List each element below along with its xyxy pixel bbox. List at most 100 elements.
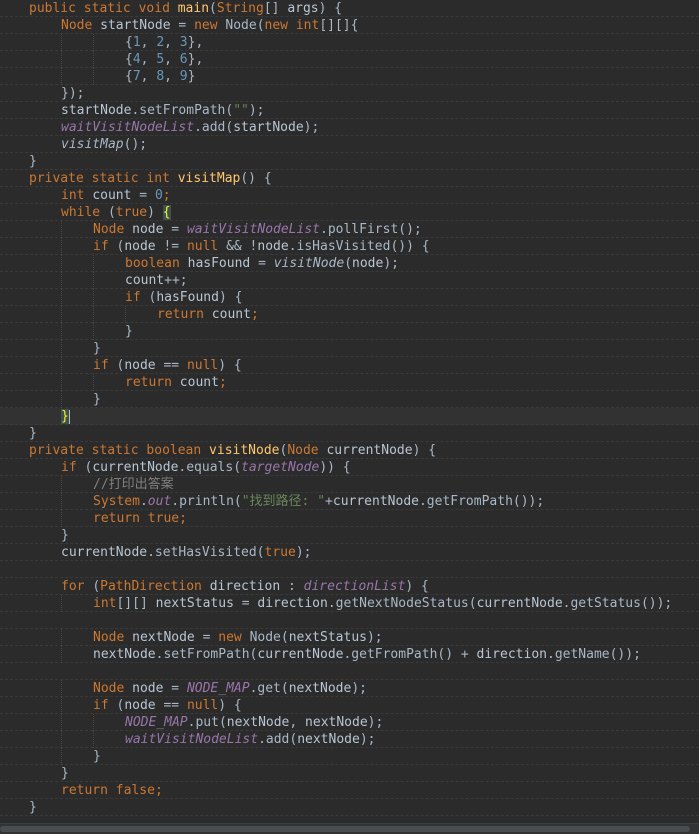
code-token: for	[61, 579, 93, 594]
code-token: (	[107, 205, 116, 220]
code-line[interactable]: waitVisitNodeList.add(startNode);	[0, 119, 699, 136]
code-token: direction	[476, 647, 547, 662]
code-line[interactable]: waitVisitNodeList.add(nextNode);	[0, 731, 699, 748]
code-token: 0	[154, 188, 163, 203]
code-line[interactable]: if (node == null) {	[0, 357, 699, 374]
code-line[interactable]: });	[0, 85, 699, 102]
code-token: void	[138, 1, 178, 16]
code-token: count	[179, 375, 219, 390]
code-line[interactable]	[0, 663, 699, 680]
code-line[interactable]: return true;	[0, 510, 699, 527]
code-line[interactable]: public static void main(String[] args) {	[0, 0, 699, 17]
code-line[interactable]: {7, 8, 9}	[0, 68, 699, 85]
code-token: 4	[132, 52, 141, 67]
code-token: NODE_MAP	[125, 715, 188, 730]
code-line[interactable]	[0, 612, 699, 629]
code-token: Node	[93, 222, 133, 237]
code-line[interactable]: if (currentNode.equals(targetNode)) {	[0, 459, 699, 476]
code-token: Node	[61, 18, 101, 33]
code-line[interactable]: private static int visitMap() {	[0, 170, 699, 187]
code-line[interactable]: if (node != null && !node.isHasVisited()…	[0, 238, 699, 255]
indent-guide	[93, 51, 125, 68]
code-token: nextStatus	[155, 596, 234, 611]
code-line[interactable]: return count;	[0, 306, 699, 323]
indent-guide	[61, 51, 93, 68]
code-line[interactable]: startNode.setFromPath("");	[0, 102, 699, 119]
code-token: Node	[225, 18, 257, 33]
code-line[interactable]: }	[0, 153, 699, 170]
indent-guide	[29, 697, 61, 714]
code-line[interactable]: {4, 5, 6},	[0, 51, 699, 68]
code-token: args	[287, 1, 319, 16]
code-line[interactable]: int count = 0;	[0, 187, 699, 204]
code-token: ());	[609, 647, 641, 662]
code-line[interactable]: }	[0, 408, 699, 425]
code-token: =	[233, 596, 258, 611]
code-line[interactable]: NODE_MAP.put(nextNode, nextNode);	[0, 714, 699, 731]
code-line[interactable]: int[][] nextStatus = direction.getNextNo…	[0, 595, 699, 612]
code-line[interactable]: Node node = NODE_MAP.get(nextNode);	[0, 680, 699, 697]
code-line[interactable]: nextNode.setFromPath(currentNode.getFrom…	[0, 646, 699, 663]
code-line[interactable]: visitMap();	[0, 136, 699, 153]
code-editor[interactable]: public static void main(String[] args) {…	[0, 0, 699, 834]
code-token: waitVisitNodeList	[125, 732, 259, 747]
code-token: [][]	[116, 596, 156, 611]
code-token: startNode	[100, 18, 171, 33]
code-line[interactable]: //打印出答案	[0, 476, 699, 493]
code-line[interactable]: }	[0, 765, 699, 782]
code-line[interactable]: if (node == null) {	[0, 697, 699, 714]
code-token: direction	[257, 596, 328, 611]
code-token: int	[93, 596, 117, 611]
matched-brace: }	[61, 409, 69, 424]
code-token: ==	[155, 698, 187, 713]
code-line[interactable]: return false;	[0, 782, 699, 799]
code-line[interactable]: }	[0, 425, 699, 442]
code-token: currentNode	[92, 460, 179, 475]
code-line[interactable]: System.out.println("找到路径: "+currentNode.…	[0, 493, 699, 510]
code-line[interactable]: Node startNode = new Node(new int[][]{	[0, 17, 699, 34]
code-line[interactable]: if (hasFound) {	[0, 289, 699, 306]
code-token: !=	[155, 239, 187, 254]
indent-guide	[29, 119, 61, 136]
indent-guide	[29, 238, 61, 255]
code-token: });	[61, 86, 85, 101]
code-area[interactable]: public static void main(String[] args) {…	[0, 0, 699, 816]
code-token: ;	[250, 307, 259, 322]
code-token: {	[125, 69, 133, 84]
indent-guide	[61, 221, 93, 238]
code-token: hasFound	[156, 290, 219, 305]
code-token: int	[295, 18, 320, 33]
indent-guide	[125, 306, 157, 323]
code-line[interactable]: Node nextNode = new Node(nextStatus);	[0, 629, 699, 646]
horizontal-scrollbar[interactable]	[0, 823, 699, 834]
code-token: "找到路径: "	[241, 494, 326, 509]
code-token: (	[233, 494, 242, 509]
code-line[interactable]: Node node = waitVisitNodeList.pollFirst(…	[0, 221, 699, 238]
code-line[interactable]: currentNode.setHasVisited(true);	[0, 544, 699, 561]
code-token: },	[187, 52, 204, 67]
code-line[interactable]: private static boolean visitNode(Node cu…	[0, 442, 699, 459]
code-token: }	[29, 800, 37, 815]
code-token: isHasVisited	[296, 239, 391, 254]
code-line[interactable]: }	[0, 799, 699, 816]
code-token: );	[367, 715, 384, 730]
code-line[interactable]: }	[0, 527, 699, 544]
code-token: },	[187, 35, 204, 50]
code-line[interactable]: }	[0, 323, 699, 340]
code-line[interactable]	[0, 561, 699, 578]
indent-guide	[61, 748, 93, 765]
code-line[interactable]: for (PathDirection direction : direction…	[0, 578, 699, 595]
code-token: node	[257, 239, 289, 254]
code-token: println	[179, 494, 234, 509]
code-line[interactable]: count++;	[0, 272, 699, 289]
code-line[interactable]: boolean hasFound = visitNode(node);	[0, 255, 699, 272]
code-line[interactable]: }	[0, 340, 699, 357]
code-line[interactable]: return count;	[0, 374, 699, 391]
code-line[interactable]: }	[0, 748, 699, 765]
code-line[interactable]: while (true) {	[0, 204, 699, 221]
code-line[interactable]: }	[0, 391, 699, 408]
code-token: nextStatus	[288, 630, 367, 645]
scrollbar-thumb[interactable]	[0, 826, 690, 832]
code-line[interactable]: {1, 2, 3},	[0, 34, 699, 51]
code-token: PathDirection	[100, 579, 210, 594]
